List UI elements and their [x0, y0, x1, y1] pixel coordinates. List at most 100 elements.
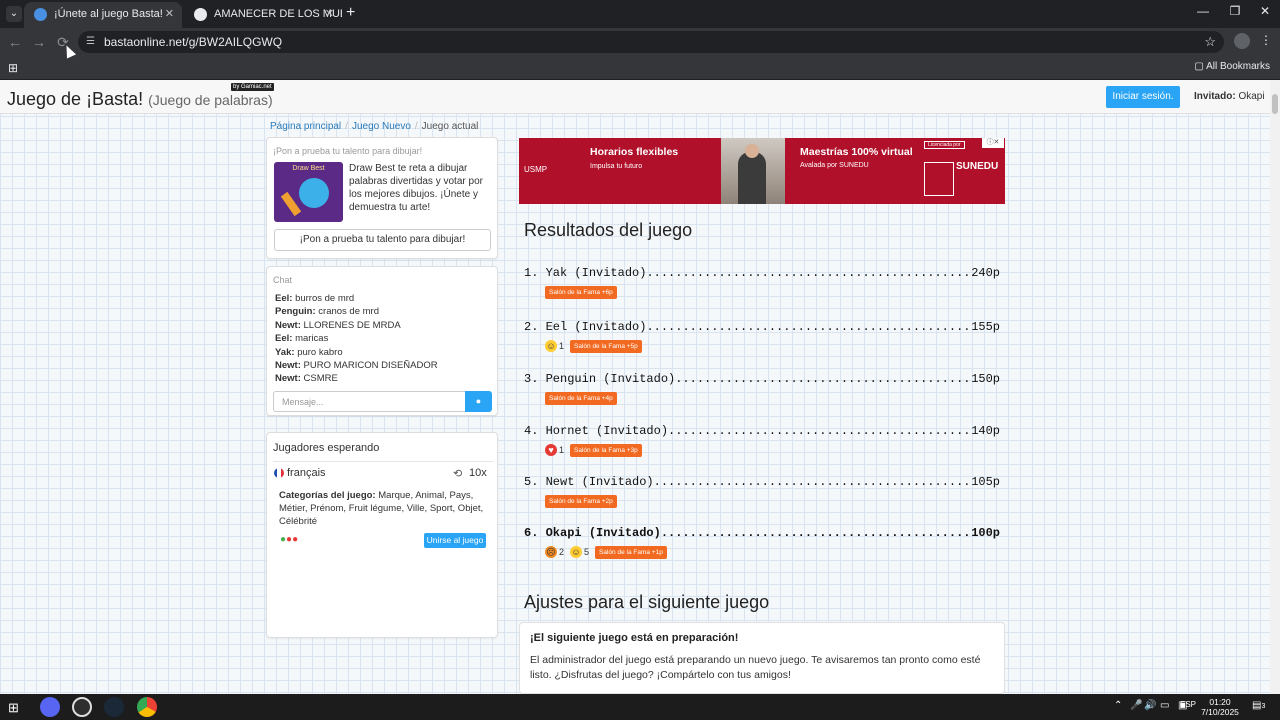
- ad-headline-2: Maestrías 100% virtual: [800, 146, 913, 158]
- brand-title: Juego de ¡Basta!: [7, 89, 144, 109]
- result-line: 1. Yak (Invitado) 240p: [524, 266, 1000, 280]
- tab-title: AMANECER DE LOS MUERTOS: [214, 8, 342, 20]
- chat-message: Eel: burros de mrd: [275, 292, 495, 305]
- result-line: 3. Penguin (Invitado) 150p: [524, 372, 1000, 386]
- result-badges: Salón de la Fama +2p: [545, 494, 1000, 508]
- window-close-icon[interactable]: ✕: [1250, 4, 1280, 18]
- minimize-icon[interactable]: —: [1188, 4, 1218, 18]
- tab-search-button[interactable]: ⌄: [6, 6, 22, 22]
- taskbar-clock[interactable]: 01:20 7/10/2025: [1200, 697, 1240, 717]
- reaction-count: 2: [559, 547, 565, 557]
- restore-icon[interactable]: ❐: [1220, 4, 1250, 18]
- heart-reaction[interactable]: ♥ 1: [545, 444, 564, 456]
- chat-text: maricas: [295, 333, 329, 345]
- menu-kebab-icon[interactable]: ⋮: [1260, 33, 1272, 47]
- categories-label: Categorías del juego:: [279, 490, 376, 501]
- tab-basta[interactable]: ¡Únete al juego Basta! ✕: [24, 2, 182, 28]
- network-icon[interactable]: ▭: [1160, 700, 1169, 711]
- breadcrumb-home[interactable]: Página principal: [270, 121, 341, 132]
- angry-reaction[interactable]: ☹ 2: [545, 546, 564, 558]
- apps-grid-icon[interactable]: ⊞: [8, 61, 18, 75]
- result-line: 6. Okapi (Invitado) 100p: [524, 526, 1000, 540]
- windows-start-icon[interactable]: ⊞: [8, 700, 19, 716]
- login-button[interactable]: Iniciar sesión.: [1106, 86, 1180, 108]
- tray-chevron-icon[interactable]: ⌃: [1114, 700, 1122, 711]
- new-tab-icon[interactable]: +: [346, 5, 355, 21]
- result-points: 100p: [971, 526, 1000, 540]
- site-brand[interactable]: Juego de ¡Basta! (Juego de palabras): [7, 89, 273, 110]
- volume-icon[interactable]: 🔊: [1144, 700, 1156, 711]
- fame-badge[interactable]: Salón de la Fama +1p: [595, 545, 667, 559]
- players-icon: ●●●: [280, 534, 299, 545]
- close-icon[interactable]: ✕: [325, 2, 334, 26]
- site-info-icon[interactable]: ☰: [86, 36, 95, 47]
- fame-badge[interactable]: Salón de la Fama +3p: [570, 443, 642, 457]
- ad-subline: Impulsa tu futuro: [590, 163, 643, 170]
- promo-text: Draw Best te reta a dibujar palabras div…: [349, 163, 483, 213]
- leader-dots: [646, 320, 971, 334]
- breadcrumb-new-game[interactable]: Juego Nuevo: [352, 121, 411, 132]
- fame-badge[interactable]: Salón de la Fama +6p: [545, 285, 617, 299]
- result-row: 5. Newt (Invitado) 105p Salón de la Fama …: [524, 475, 1000, 508]
- close-icon[interactable]: ✕: [165, 2, 174, 26]
- forward-arrow-icon[interactable]: →: [30, 34, 48, 50]
- result-name: Okapi (Invitado): [545, 526, 661, 540]
- ad-subline-2: Avalada por SUNEDU: [800, 162, 869, 169]
- profile-avatar[interactable]: [1234, 33, 1250, 49]
- discord-app-icon[interactable]: [40, 697, 60, 717]
- address-bar[interactable]: ☰ bastaonline.net/g/BW2AILQGWQ ☆: [78, 31, 1224, 53]
- scroll-thumb[interactable]: [1272, 94, 1278, 114]
- sunedu-logo-icon: [924, 162, 954, 196]
- chat-user: Newt:: [275, 360, 301, 372]
- all-bookmarks-link[interactable]: ▢ All Bookmarks: [1194, 61, 1270, 72]
- ad-banner[interactable]: USMP Horarios flexibles Impulsa tu futur…: [519, 138, 1005, 204]
- next-game-notice: ¡El siguiente juego está en preparación!…: [519, 622, 1005, 694]
- draw-best-image[interactable]: Draw Best: [274, 162, 343, 222]
- back-arrow-icon[interactable]: ←: [6, 34, 24, 50]
- result-points: 105p: [971, 475, 1000, 489]
- steam-app-icon[interactable]: [104, 697, 124, 717]
- waiting-players-card: Jugadores esperando français ⟲ 10x Categ…: [266, 432, 498, 638]
- leader-dots: [661, 526, 971, 540]
- google-favicon-icon: [194, 8, 207, 21]
- bookmark-star-icon[interactable]: ☆: [1204, 34, 1216, 50]
- result-name: Eel (Invitado): [545, 320, 647, 334]
- input-language[interactable]: ESP: [1180, 700, 1196, 709]
- chat-message-input[interactable]: Mensaje...: [273, 391, 465, 412]
- notifications-icon[interactable]: ▤3: [1252, 700, 1265, 711]
- chat-text: LLORENES DE MRDA: [303, 319, 401, 331]
- chat-messages: Eel: burros de mrd Penguin: cranos de mr…: [275, 292, 495, 386]
- tab-amanecer[interactable]: AMANECER DE LOS MUERTOS ✕: [184, 2, 342, 28]
- chat-text: puro kabro: [297, 346, 343, 358]
- microphone-icon[interactable]: 🎤: [1130, 700, 1142, 711]
- result-name: Newt (Invitado): [545, 475, 654, 489]
- url-text[interactable]: bastaonline.net/g/BW2AILQGWQ: [104, 35, 282, 49]
- chat-user: Newt:: [275, 319, 301, 331]
- laugh-reaction[interactable]: ☺ 5: [570, 546, 589, 558]
- site-header: Juego de ¡Basta! (Juego de palabras) by …: [0, 80, 1270, 114]
- ad-logo: USMP: [524, 165, 548, 174]
- rounds-icon: ⟲: [453, 468, 463, 480]
- chrome-app-icon[interactable]: [137, 697, 157, 717]
- laugh-reaction[interactable]: ☺ 1: [545, 340, 564, 352]
- join-game-button[interactable]: Unirse al juego: [424, 533, 486, 548]
- result-rank: 6.: [524, 526, 539, 540]
- breadcrumb-current: Juego actual: [421, 121, 479, 132]
- notice-text: El administrador del juego está preparan…: [530, 654, 981, 681]
- page-scrollbar[interactable]: [1270, 80, 1280, 694]
- promo-button[interactable]: ¡Pon a prueba tu talento para dibujar!: [274, 229, 491, 251]
- chat-user: Eel:: [275, 333, 293, 345]
- clock-time: 01:20: [1209, 697, 1231, 707]
- result-line: 5. Newt (Invitado) 105p: [524, 475, 1000, 489]
- fame-badge[interactable]: Salón de la Fama +2p: [545, 494, 617, 508]
- fame-badge[interactable]: Salón de la Fama +4p: [545, 391, 617, 405]
- ad-headline: Horarios flexibles: [590, 146, 679, 158]
- ad-close-icon[interactable]: ⓘ✕: [982, 138, 1004, 148]
- leader-dots: [654, 475, 972, 489]
- byline-badge[interactable]: by Gamiac.net: [231, 83, 274, 91]
- obs-app-icon[interactable]: [72, 697, 92, 717]
- chat-message: Yak: puro kabro: [275, 346, 495, 359]
- send-message-button[interactable]: ●: [465, 391, 492, 412]
- fame-badge[interactable]: Salón de la Fama +5p: [570, 339, 642, 353]
- result-points: 155p: [971, 320, 1000, 334]
